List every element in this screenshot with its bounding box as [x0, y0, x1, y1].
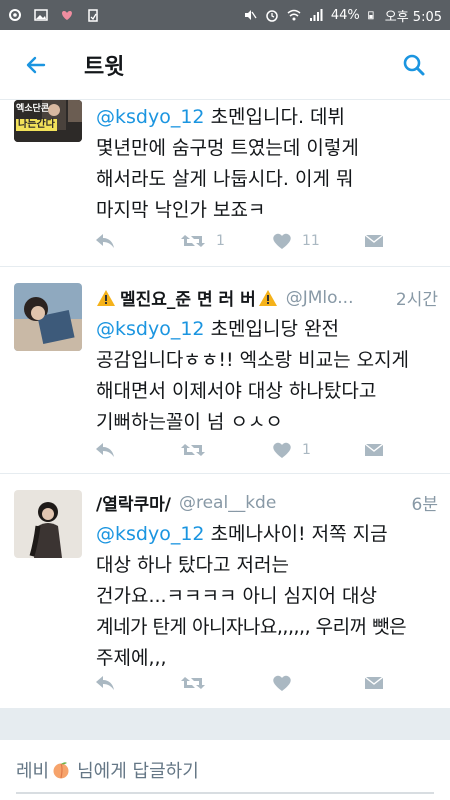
gallery-icon	[34, 9, 48, 21]
heart-icon	[273, 675, 291, 691]
reply-button[interactable]	[94, 674, 180, 692]
avatar-caption-top: 엑소단콘	[16, 104, 50, 114]
reply-underline	[16, 792, 434, 794]
retweet-button[interactable]	[180, 441, 272, 459]
heart-app-icon	[62, 11, 72, 20]
tweet-text: @ksdyo_12 초멘입니다. 데뷔 몇년만에 숨구멍 트였는데 이렇게 해서…	[96, 102, 438, 226]
clock: 오후 5:05	[384, 9, 442, 25]
warning-icon	[258, 289, 277, 306]
tweet-1[interactable]: 엑소단콘 나는간다 @ksdyo_12 초멘입니다. 데뷔 몇년만에 숨구멍 트…	[0, 100, 450, 267]
reply-input[interactable]: 레비 님에게 답글하기	[0, 740, 450, 800]
mention-link[interactable]: @ksdyo_12	[96, 523, 205, 545]
tweet-line: 초메나사이! 저쪽 지금	[210, 523, 388, 545]
back-button[interactable]	[14, 43, 58, 87]
user-handle[interactable]: @real__kde	[179, 493, 276, 513]
direct-message-button[interactable]	[364, 675, 384, 691]
mention-link[interactable]: @ksdyo_12	[96, 318, 205, 340]
like-button[interactable]: 11	[272, 232, 364, 250]
mail-icon	[364, 443, 384, 456]
retweet-icon	[181, 235, 205, 247]
retweet-icon	[181, 444, 205, 456]
reply-target-name: 레비	[16, 761, 50, 782]
avatar[interactable]	[14, 283, 82, 351]
heart-icon	[273, 442, 291, 458]
avatar[interactable]: 엑소단콘 나는간다	[14, 100, 82, 142]
display-name[interactable]: 멜진요_준 면 러 버	[120, 285, 256, 310]
tweet-text: @ksdyo_12 초멘입니당 완전 공감입니다ㅎㅎ!! 엑소랑 비교는 오지게…	[96, 314, 438, 438]
section-divider	[0, 708, 450, 740]
like-button[interactable]: 1	[272, 441, 364, 459]
tweet-line: 마지막 낙인가 보죠ㅋ	[96, 199, 266, 221]
tweet-time: 2시간	[395, 290, 438, 310]
retweet-button[interactable]	[180, 674, 272, 692]
search-button[interactable]	[396, 47, 432, 83]
heart-icon	[273, 233, 291, 249]
tweet-line: 기뻐하는꼴이 넘 ㅇㅅㅇ	[96, 411, 283, 433]
tweet-time: 6분	[411, 495, 438, 515]
page-title: 트윗	[84, 54, 125, 80]
tweet-line: 해대면서 이제서야 대상 하나탔다고	[96, 380, 377, 402]
like-count: 11	[302, 233, 320, 249]
battery-icon	[367, 11, 374, 20]
tweet-line: 초멘입니당 완전	[210, 318, 339, 340]
like-count: 1	[302, 442, 311, 458]
alarm-icon	[266, 10, 278, 22]
direct-message-button[interactable]	[364, 233, 384, 249]
circle-app-icon	[9, 9, 21, 21]
tweet-line: 주제에,,,	[96, 647, 167, 669]
like-button[interactable]	[272, 674, 364, 692]
mail-icon	[364, 234, 384, 247]
tweet-line: 몇년만에 숨구멍 트였는데 이렇게	[96, 137, 359, 159]
status-bar: 44% 오후 5:05	[0, 0, 450, 30]
tweet-line: 대상 하나 탔다고 저러는	[96, 554, 289, 576]
mail-icon	[364, 676, 384, 689]
user-handle[interactable]: @JMlo...	[286, 288, 354, 308]
tweet-header: /열락쿠마/ @real__kde 6분	[96, 490, 438, 516]
clipboard-icon	[88, 9, 98, 22]
reply-placeholder: 님에게 답글하기	[77, 761, 199, 782]
reply-button[interactable]	[94, 232, 180, 250]
avatar[interactable]	[14, 490, 82, 558]
warning-icon	[97, 289, 115, 306]
retweet-count: 1	[216, 233, 225, 249]
avatar-caption-bottom: 나는간다	[18, 119, 55, 130]
reply-icon	[96, 676, 114, 690]
retweet-icon	[181, 677, 205, 689]
app-bar: 트윗	[0, 30, 450, 100]
signal-icon	[309, 9, 323, 21]
search-icon	[403, 54, 425, 75]
tweet-header: 멜진요_준 면 러 버 @JMlo... 2시간	[96, 285, 438, 310]
tweet-line: 건가요...ㅋㅋㅋㅋ 아니 심지어 대상	[96, 585, 377, 607]
wifi-icon	[287, 9, 301, 21]
tweet-3[interactable]: /열락쿠마/ @real__kde 6분 @ksdyo_12 초메나사이! 저쪽…	[0, 474, 450, 708]
peach-emoji-icon	[53, 762, 69, 779]
direct-message-button[interactable]	[364, 442, 384, 458]
tweet-2[interactable]: 멜진요_준 면 러 버 @JMlo... 2시간 @ksdyo_12 초멘입니당…	[0, 267, 450, 474]
reply-button[interactable]	[94, 441, 180, 459]
tweet-line: 초멘입니다. 데뷔	[210, 106, 346, 128]
tweet-line: 계네가 탄게 아니자나요,,,,,, 우리꺼 뺏은	[96, 616, 407, 638]
back-arrow-icon	[26, 56, 46, 73]
reply-icon	[96, 234, 114, 248]
tweet-line: 해서라도 살게 나둡시다. 이게 뭐	[96, 168, 354, 190]
mention-link[interactable]: @ksdyo_12	[96, 106, 205, 128]
tweet-text: @ksdyo_12 초메나사이! 저쪽 지금 대상 하나 탔다고 저러는 건가요…	[96, 519, 438, 674]
retweet-button[interactable]: 1	[180, 232, 272, 250]
battery-percent: 44%	[330, 7, 360, 23]
mute-icon	[244, 10, 257, 20]
reply-icon	[96, 443, 114, 457]
display-name[interactable]: /열락쿠마/	[96, 490, 171, 515]
tweet-line: 공감입니다ㅎㅎ!! 엑소랑 비교는 오지게	[96, 349, 410, 371]
